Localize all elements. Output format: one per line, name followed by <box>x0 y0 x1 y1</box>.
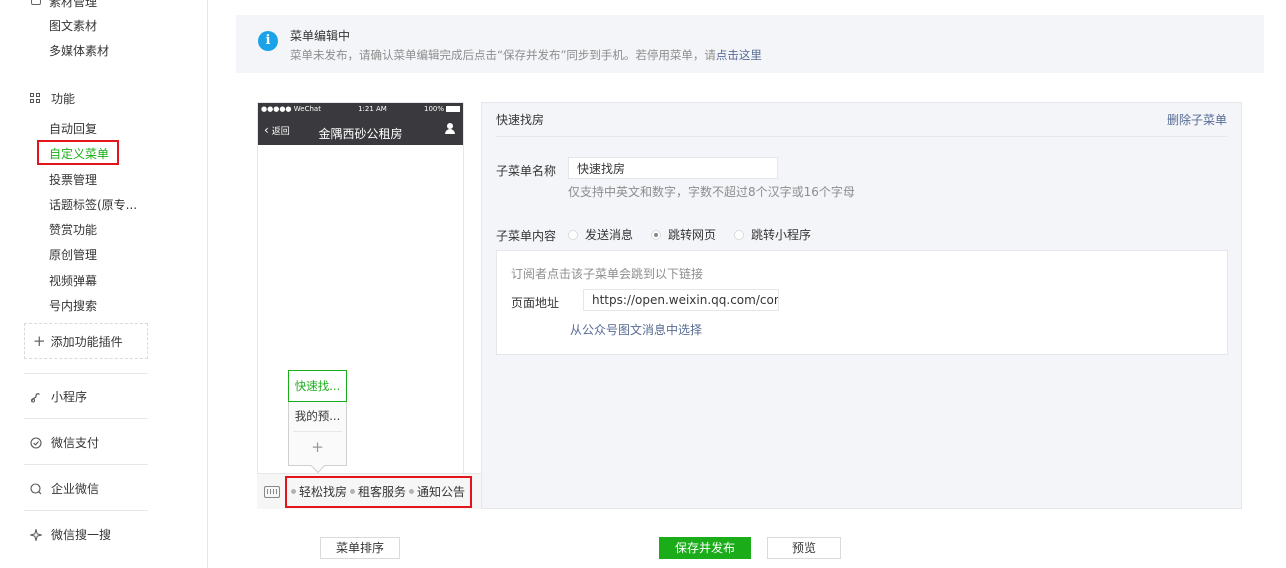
sidebar-mini-program-label: 小程序 <box>51 390 88 404</box>
notice-text: 菜单未发布，请确认菜单编辑完成后点击“保存并发布”同步到手机。若停用菜单，请点击… <box>290 47 762 63</box>
sidebar-heading-material: 素材管理 <box>49 0 98 9</box>
radio-open-mini-program[interactable]: 跳转小程序 <box>734 226 811 243</box>
highlight-box-custom-menu <box>37 140 119 165</box>
editor-title: 快速找房 <box>496 113 545 127</box>
radio-open-webpage-label: 跳转网页 <box>668 228 717 242</box>
sidebar-item-original[interactable]: 原创管理 <box>49 246 97 263</box>
sparkle-icon <box>28 527 44 542</box>
phone-header: ●●●●● WeChat 1:21 AM 100% ‹ 返回 金隅西砂公租房 <box>258 103 463 145</box>
clock: 1:21 AM <box>358 105 387 113</box>
sidebar-heading-function-label: 功能 <box>51 92 76 106</box>
add-plugin-label: 添加功能插件 <box>50 334 123 349</box>
divider <box>24 418 148 419</box>
battery-status: 100% <box>424 105 460 113</box>
submenu-editor: 快速找房 删除子菜单 子菜单名称 仅支持中英文和数字，字数不超过8个汉字或16个… <box>481 102 1242 509</box>
submenu-name-label: 子菜单名称 <box>496 164 557 178</box>
radio-open-mini-program-label: 跳转小程序 <box>751 228 812 242</box>
battery-icon <box>446 106 460 112</box>
sidebar-item-reward[interactable]: 赞赏功能 <box>49 221 97 238</box>
sidebar: 素材管理 图文素材 多媒体素材 功能 自动回复 自定义菜单 投票管理 话题标签(… <box>0 0 208 568</box>
radio-circle <box>568 229 578 240</box>
radio-open-webpage[interactable]: 跳转网页 <box>651 226 716 243</box>
highlight-box-menu-bar <box>285 476 472 508</box>
submenu-name-input[interactable] <box>568 157 778 179</box>
sidebar-item-media-material[interactable]: 多媒体素材 <box>49 42 109 59</box>
radio-circle-selected <box>651 229 662 240</box>
sidebar-item-search[interactable]: 号内搜索 <box>49 297 97 314</box>
radio-send-message-label: 发送消息 <box>585 228 634 242</box>
sidebar-item-article-material[interactable]: 图文素材 <box>49 17 97 34</box>
phone-status-bar: ●●●●● WeChat 1:21 AM 100% <box>261 105 460 113</box>
divider <box>24 510 148 511</box>
divider <box>24 464 148 465</box>
preview-button[interactable]: 预览 <box>767 537 841 559</box>
radio-circle <box>734 229 745 240</box>
account-name: 金隅西砂公租房 <box>318 127 403 141</box>
sidebar-wechat-search-label: 微信搜一搜 <box>51 528 112 542</box>
sidebar-item-mini-program[interactable]: 小程序 <box>30 388 87 405</box>
material-icon <box>31 0 41 5</box>
editor-header: 快速找房 删除子菜单 <box>496 111 1227 137</box>
grid-icon <box>30 92 42 105</box>
plus-icon: + <box>33 331 46 350</box>
sidebar-work-wechat-label: 企业微信 <box>51 482 100 496</box>
submenu-item-quick-find[interactable]: 快速找... <box>288 370 347 402</box>
submenu-popup: 快速找... 我的预... + <box>288 370 347 474</box>
save-publish-button[interactable]: 保存并发布 <box>659 537 751 559</box>
sidebar-item-video-danmaku[interactable]: 视频弹幕 <box>49 272 97 289</box>
add-plugin-button[interactable]: + 添加功能插件 <box>24 323 148 359</box>
user-icon <box>444 123 456 135</box>
wechat-pay-icon <box>30 436 42 449</box>
add-submenu-button[interactable]: + <box>293 431 342 461</box>
carrier: ●●●●● WeChat <box>261 105 321 113</box>
submenu-item-my-booking[interactable]: 我的预... <box>289 401 346 431</box>
notice-body: 菜单未发布，请确认菜单编辑完成后点击“保存并发布”同步到手机。若停用菜单，请 <box>290 48 716 62</box>
webpage-settings: 订阅者点击该子菜单会跳到以下链接 页面地址 从公众号图文消息中选择 <box>496 250 1228 355</box>
sidebar-item-auto-reply[interactable]: 自动回复 <box>49 120 97 137</box>
mini-program-icon <box>30 391 42 403</box>
submenu-content-label: 子菜单内容 <box>496 229 557 243</box>
editing-notice: i 菜单编辑中 菜单未发布，请确认菜单编辑完成后点击“保存并发布”同步到手机。若… <box>236 15 1264 73</box>
page-url-input[interactable] <box>583 289 779 311</box>
link-hint: 订阅者点击该子菜单会跳到以下链接 <box>511 267 704 281</box>
battery-percent: 100% <box>423 105 444 113</box>
sidebar-item-wechat-search[interactable]: 微信搜一搜 <box>28 526 112 543</box>
sidebar-item-topic-tag[interactable]: 话题标签(原专... <box>49 196 137 213</box>
sidebar-item-vote[interactable]: 投票管理 <box>49 171 97 188</box>
content-type-radio-group: 发送消息 跳转网页 跳转小程序 <box>568 226 829 243</box>
menu-sort-button[interactable]: 菜单排序 <box>320 537 400 559</box>
delete-submenu-link[interactable]: 删除子菜单 <box>1167 111 1227 136</box>
divider <box>24 373 148 374</box>
radio-send-message[interactable]: 发送消息 <box>568 226 633 243</box>
keyboard-icon <box>264 485 280 498</box>
info-icon: i <box>258 31 278 51</box>
disable-menu-link[interactable]: 点击这里 <box>716 48 762 62</box>
sidebar-wechat-pay-label: 微信支付 <box>51 436 100 450</box>
sidebar-heading-function: 功能 <box>30 90 75 107</box>
notice-title: 菜单编辑中 <box>290 29 351 43</box>
sidebar-item-wechat-pay[interactable]: 微信支付 <box>30 434 99 451</box>
work-wechat-icon <box>30 482 42 495</box>
page-url-label: 页面地址 <box>511 296 560 310</box>
sidebar-item-work-wechat[interactable]: 企业微信 <box>30 480 99 497</box>
pick-from-articles-link[interactable]: 从公众号图文消息中选择 <box>570 321 702 338</box>
submenu-name-hint: 仅支持中英文和数字，字数不超过8个汉字或16个字母 <box>568 185 855 199</box>
